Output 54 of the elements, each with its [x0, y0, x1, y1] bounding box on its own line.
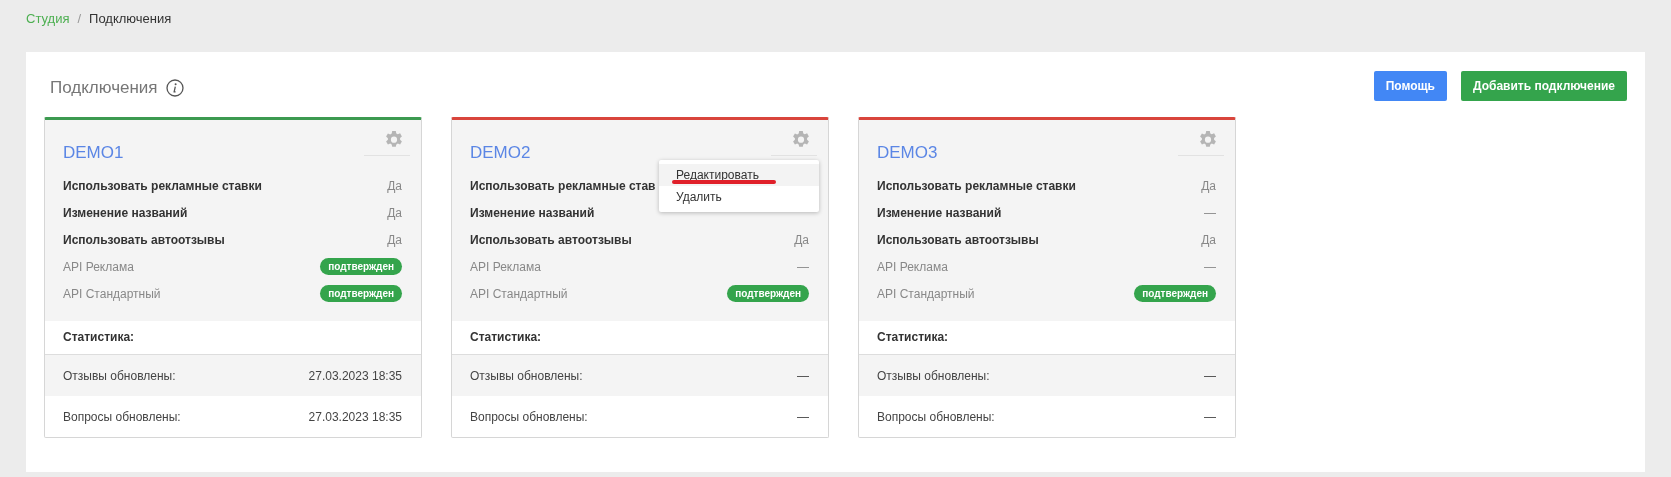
- setting-label: Использовать автоотзывы: [63, 232, 225, 247]
- setting-value: Да: [387, 178, 402, 193]
- stat-value: 27.03.2023 18:35: [308, 368, 402, 383]
- setting-label: API Стандартный: [877, 286, 975, 301]
- menu-item[interactable]: Удалить: [659, 186, 819, 208]
- stat-value: 27.03.2023 18:35: [308, 409, 402, 424]
- setting-label: API Стандартный: [470, 286, 568, 301]
- setting-label: API Реклама: [877, 259, 948, 274]
- setting-label: API Стандартный: [63, 286, 161, 301]
- stat-label: Отзывы обновлены:: [877, 368, 990, 383]
- setting-label: Изменение названий: [877, 205, 1002, 220]
- add-connection-button[interactable]: Добавить подключение: [1461, 71, 1627, 101]
- breadcrumb-current: Подключения: [89, 11, 172, 26]
- status-badge: подтвержден: [1134, 285, 1216, 302]
- setting-value: Да: [1201, 232, 1216, 247]
- connection-name[interactable]: DEMO1: [63, 143, 124, 163]
- setting-label: Изменение названий: [63, 205, 188, 220]
- breadcrumb-separator: /: [77, 11, 82, 26]
- setting-label: Использовать рекламные став: [470, 178, 656, 193]
- page-title: Подключения: [50, 77, 158, 98]
- connection-name[interactable]: DEMO2: [470, 143, 531, 163]
- stat-label: Отзывы обновлены:: [470, 368, 583, 383]
- breadcrumb-link[interactable]: Студия: [26, 11, 70, 26]
- setting-label: API Реклама: [63, 259, 134, 274]
- settings-icon[interactable]: [1198, 130, 1218, 150]
- setting-value: Да: [387, 232, 402, 247]
- status-badge: подтвержден: [727, 285, 809, 302]
- settings-icon[interactable]: [791, 130, 811, 150]
- setting-label: Использовать рекламные ставки: [877, 178, 1076, 193]
- info-icon[interactable]: [165, 78, 184, 97]
- setting-value: Да: [387, 205, 402, 220]
- setting-value: Да: [794, 232, 809, 247]
- setting-label: API Реклама: [470, 259, 541, 274]
- setting-value: —: [797, 259, 809, 274]
- connection-name[interactable]: DEMO3: [877, 143, 938, 163]
- setting-label: Использовать рекламные ставки: [63, 178, 262, 193]
- setting-value: —: [1204, 259, 1216, 274]
- setting-label: Использовать автоотзывы: [877, 232, 1039, 247]
- stat-label: Отзывы обновлены:: [63, 368, 176, 383]
- stat-label: Вопросы обновлены:: [877, 409, 995, 424]
- status-badge: подтвержден: [320, 285, 402, 302]
- setting-value: —: [1204, 205, 1216, 220]
- status-badge: подтвержден: [320, 258, 402, 275]
- setting-label: Изменение названий: [470, 205, 595, 220]
- stat-value: —: [797, 409, 809, 424]
- stat-value: —: [1204, 409, 1216, 424]
- stat-value: —: [797, 368, 809, 383]
- stat-value: —: [1204, 368, 1216, 383]
- stat-label: Вопросы обновлены:: [63, 409, 181, 424]
- help-button[interactable]: Помощь: [1373, 71, 1447, 101]
- settings-icon[interactable]: [384, 130, 404, 150]
- stat-label: Вопросы обновлены:: [470, 409, 588, 424]
- setting-label: Использовать автоотзывы: [470, 232, 632, 247]
- setting-value: Да: [1201, 178, 1216, 193]
